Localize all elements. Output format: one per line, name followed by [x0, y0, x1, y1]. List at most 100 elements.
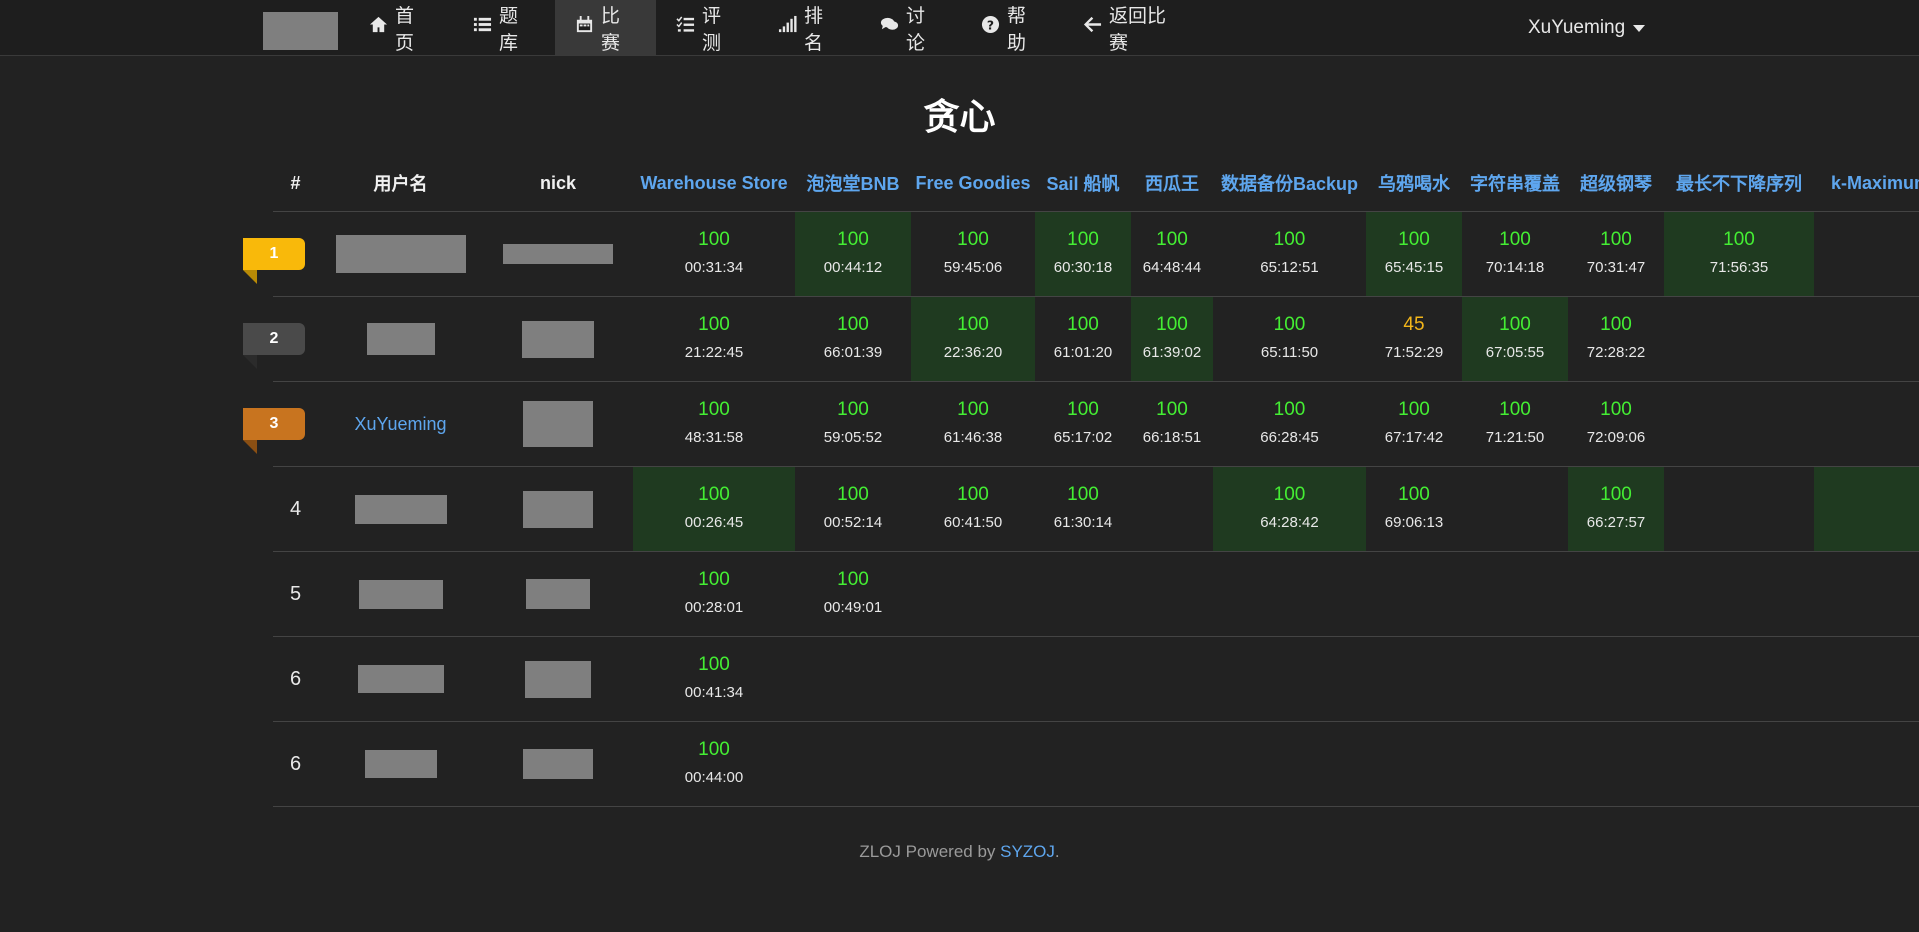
problem-header-7[interactable]: 字符串覆盖 [1462, 155, 1568, 212]
score-cell[interactable]: 100 48:31:58 [633, 381, 795, 467]
table-row: 100 00:31:34 100 00:44:12 100 59:45:06 100 60:3… [273, 211, 1919, 297]
footer: ZLOJ Powered by SYZOJ. [0, 842, 1919, 862]
user-menu[interactable]: XuYueming [1528, 0, 1646, 55]
question-circle-icon: ? [981, 15, 1000, 40]
syzoj-link[interactable]: SYZOJ [1000, 842, 1055, 861]
nav-item-1[interactable]: 题库 [453, 0, 546, 55]
score-cell[interactable]: 100 59:45:06 [911, 211, 1035, 297]
nav-item-3[interactable]: 评测 [656, 0, 756, 55]
nav-item-6[interactable]: ? 帮助 [961, 0, 1053, 55]
nav-item-7[interactable]: 返回比赛 [1063, 0, 1193, 55]
score-cell[interactable]: 100 65:11:50 [1213, 296, 1366, 382]
score-cell[interactable]: 100 61:01:20 [1035, 296, 1131, 382]
score-value: 100 [1273, 484, 1306, 505]
score-cell[interactable]: 100 65:12:51 [1213, 211, 1366, 297]
score-cell[interactable]: 100 64:28:42 [1213, 466, 1366, 552]
redacted-nick [503, 244, 613, 264]
nav-item-4[interactable]: 排名 [758, 0, 850, 55]
redacted-username[interactable] [354, 494, 447, 524]
score-cell[interactable]: 100 64:48:44 [1131, 211, 1213, 297]
problem-header-6[interactable]: 乌鸦喝水 [1366, 155, 1462, 212]
score-cell[interactable]: 100 65:17:02 [1035, 381, 1131, 467]
score-cell[interactable]: 100 60:30:18 [1035, 211, 1131, 297]
redacted-nick [523, 401, 593, 447]
score-cell[interactable]: 100 71:56:35 [1664, 211, 1814, 297]
score-value: 100 [1723, 229, 1755, 250]
submit-time: 00:31:34 [684, 259, 744, 276]
username-cell [318, 551, 483, 637]
score-cell[interactable]: 100 00:31:34 [633, 211, 795, 297]
tasks-icon [676, 15, 695, 40]
problem-header-4[interactable]: 西瓜王 [1131, 155, 1213, 212]
redacted-username[interactable] [358, 579, 443, 609]
redacted-username[interactable] [364, 750, 437, 778]
score-value: 100 [698, 229, 730, 250]
score-cell[interactable]: 100 00:49:01 [795, 551, 911, 637]
score-cell [1814, 381, 1919, 467]
redacted-username[interactable] [357, 665, 444, 693]
submit-time: 59:05:52 [823, 429, 883, 446]
problem-header-10[interactable]: k-Maximum S [1814, 155, 1919, 212]
submit-time: 61:01:20 [1053, 344, 1113, 361]
nav-item-2[interactable]: 比赛 [555, 0, 656, 55]
submit-time: 71:52:29 [1384, 344, 1444, 361]
score-cell [1131, 551, 1213, 637]
site-logo[interactable] [263, 12, 338, 50]
score-cell[interactable]: 100 72:09:06 [1568, 381, 1664, 467]
submit-time: 66:18:51 [1142, 429, 1202, 446]
score-cell[interactable]: 100 66:27:57 [1568, 466, 1664, 552]
score-cell[interactable]: 100 61:30:14 [1035, 466, 1131, 552]
redacted-username[interactable] [335, 235, 466, 273]
score-cell[interactable]: 100 70:14:18 [1462, 211, 1568, 297]
username-link[interactable]: XuYueming [354, 414, 446, 434]
score-cell[interactable]: 45 71:52:29 [1366, 296, 1462, 382]
problem-header-0[interactable]: Warehouse Store [633, 155, 795, 212]
score-cell[interactable]: 100 66:28:45 [1213, 381, 1366, 467]
score-cell[interactable]: 100 00:52:14 [795, 466, 911, 552]
score-cell[interactable]: 100 67:05:55 [1462, 296, 1568, 382]
score-cell[interactable]: 100 60:41:50 [911, 466, 1035, 552]
problem-header-8[interactable]: 超级钢琴 [1568, 155, 1664, 212]
score-cell[interactable]: 100 00:44:00 [633, 721, 795, 807]
score-cell[interactable]: 100 21:22:45 [633, 296, 795, 382]
score-value: 100 [837, 314, 869, 335]
problem-header-3[interactable]: Sail 船帆 [1035, 155, 1131, 212]
score-cell[interactable]: 100 59:05:52 [795, 381, 911, 467]
score-cell[interactable]: 100 69:06:13 [1366, 466, 1462, 552]
problem-header-1[interactable]: 泡泡堂BNB [795, 155, 911, 212]
score-cell [911, 636, 1035, 722]
score-cell [1213, 721, 1366, 807]
score-cell[interactable]: 100 61:39:02 [1131, 296, 1213, 382]
problem-header-5[interactable]: 数据备份Backup [1213, 155, 1366, 212]
problem-header-2[interactable]: Free Goodies [911, 155, 1035, 212]
redacted-nick [526, 579, 590, 609]
problem-header-9[interactable]: 最长不下降序列 [1664, 155, 1814, 212]
score-cell[interactable]: 100 00:28:01 [633, 551, 795, 637]
nav-item-0[interactable]: 首页 [349, 0, 442, 55]
score-cell[interactable]: 100 70:31:47 [1568, 211, 1664, 297]
redacted-username[interactable] [366, 323, 435, 355]
score-cell[interactable]: 100 67:17:42 [1366, 381, 1462, 467]
score-cell[interactable]: 100 65:45:15 [1366, 211, 1462, 297]
rank-cell: 4 [273, 466, 318, 552]
score-cell[interactable]: 72: [1814, 211, 1919, 297]
score-cell[interactable]: 172: [1814, 466, 1919, 552]
score-cell [1462, 721, 1568, 807]
score-cell [1814, 636, 1919, 722]
nav-item-label: 讨论 [906, 5, 926, 54]
score-cell[interactable]: 100 00:41:34 [633, 636, 795, 722]
score-cell[interactable]: 100 71:21:50 [1462, 381, 1568, 467]
nav-item-5[interactable]: 讨论 [860, 0, 960, 55]
score-cell[interactable]: 100 22:36:20 [911, 296, 1035, 382]
col-nick-header: nick [483, 155, 633, 212]
score-cell[interactable]: 100 66:18:51 [1131, 381, 1213, 467]
score-cell [1814, 721, 1919, 807]
score-cell[interactable]: 100 72:28:22 [1568, 296, 1664, 382]
submit-time: 66:01:39 [823, 344, 883, 361]
score-cell[interactable]: 100 66:01:39 [795, 296, 911, 382]
score-cell[interactable]: 100 00:26:45 [633, 466, 795, 552]
score-cell[interactable]: 100 00:44:12 [795, 211, 911, 297]
nick-cell [483, 381, 633, 467]
nav-item-label: 评测 [702, 5, 722, 54]
score-cell[interactable]: 100 61:46:38 [911, 381, 1035, 467]
